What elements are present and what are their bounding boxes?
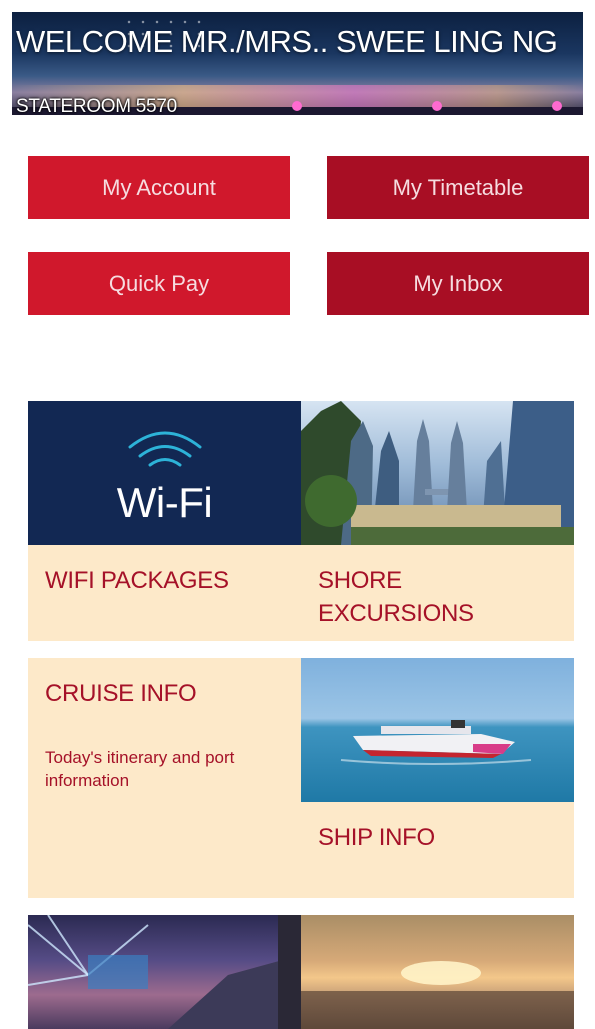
cruise-info-label: CRUISE INFO bbox=[45, 680, 197, 707]
wifi-packages-label: WIFI PACKAGES bbox=[45, 567, 229, 594]
entertainment-tile[interactable] bbox=[28, 915, 301, 1029]
ship-info-label: SHIP INFO bbox=[318, 824, 435, 851]
stage-lights-illustration bbox=[28, 915, 301, 1029]
wifi-packages-tile[interactable]: Wi-Fi WIFI PACKAGES bbox=[28, 401, 301, 641]
shore-excursions-tile[interactable]: SHORE EXCURSIONS bbox=[301, 401, 574, 641]
shore-excursions-label-line1: SHORE bbox=[318, 567, 402, 594]
wifi-icon bbox=[128, 431, 202, 467]
banner-deck-light bbox=[432, 101, 442, 111]
cruise-info-tile[interactable]: CRUISE INFO Today's itinerary and port i… bbox=[28, 658, 301, 898]
wifi-image-text: Wi-Fi bbox=[116, 479, 213, 526]
cruise-info-description: Today's itinerary and port information bbox=[45, 748, 235, 790]
city-skyline-image bbox=[301, 401, 574, 545]
city-skyline-illustration bbox=[301, 401, 574, 545]
banner-deck-light bbox=[292, 101, 302, 111]
my-inbox-button[interactable]: My Inbox bbox=[327, 252, 589, 315]
cruise-ship-image bbox=[301, 658, 574, 802]
my-account-button[interactable]: My Account bbox=[28, 156, 290, 219]
shore-excursions-label-line2: EXCURSIONS bbox=[318, 600, 474, 627]
ship-info-tile[interactable]: SHIP INFO bbox=[301, 658, 574, 898]
stateroom-label: STATEROOM 5570 bbox=[16, 96, 177, 117]
cruise-ship-illustration bbox=[340, 720, 532, 765]
quick-pay-button[interactable]: Quick Pay bbox=[28, 252, 290, 315]
banner-deck-light bbox=[552, 101, 562, 111]
my-timetable-button[interactable]: My Timetable bbox=[327, 156, 589, 219]
welcome-title: WELCOME MR./MRS.. SWEE LING NG bbox=[16, 24, 558, 59]
wifi-tile-caption: WIFI PACKAGES bbox=[28, 545, 301, 641]
sunset-tile[interactable] bbox=[301, 915, 574, 1029]
ship-tile-caption: SHIP INFO bbox=[301, 802, 574, 898]
sunset-illustration bbox=[301, 961, 574, 1029]
shore-tile-caption: SHORE EXCURSIONS bbox=[301, 545, 574, 641]
wifi-image: Wi-Fi bbox=[28, 401, 301, 545]
